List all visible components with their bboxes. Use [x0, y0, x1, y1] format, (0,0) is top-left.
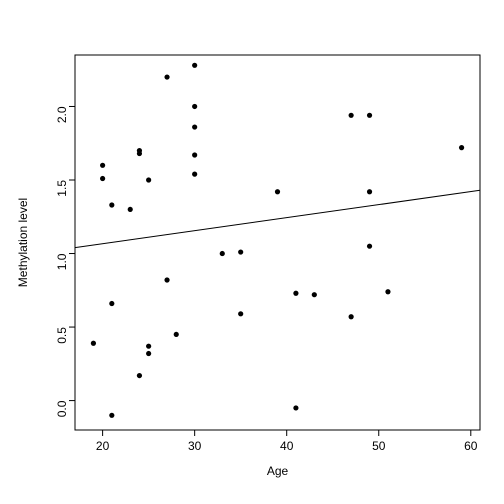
data-point [238, 249, 243, 254]
data-point [109, 301, 114, 306]
data-point [100, 176, 105, 181]
scatter-chart: 20 30 40 50 60 0.0 0.5 1.0 1.5 2.0 Age Methylation … [0, 0, 504, 504]
data-point [385, 289, 390, 294]
data-point [312, 292, 317, 297]
data-point [275, 189, 280, 194]
x-tick-label: 30 [188, 439, 202, 453]
data-point [146, 351, 151, 356]
data-point [293, 405, 298, 410]
data-point [192, 63, 197, 68]
data-point [109, 413, 114, 418]
data-point [100, 163, 105, 168]
x-tick-label: 50 [372, 439, 386, 453]
chart-svg: 20 30 40 50 60 0.0 0.5 1.0 1.5 2.0 Age Methylation … [0, 0, 504, 504]
data-point [192, 152, 197, 157]
y-tick-label: 2.0 [55, 106, 69, 123]
data-point [349, 314, 354, 319]
data-point [174, 332, 179, 337]
data-point [146, 344, 151, 349]
x-tick-label: 40 [280, 439, 294, 453]
data-point [293, 291, 298, 296]
y-tick-label: 1.5 [55, 180, 69, 197]
x-axis-label: Age [267, 464, 289, 478]
data-point [128, 207, 133, 212]
data-point [367, 113, 372, 118]
y-tick-label: 1.0 [55, 253, 69, 270]
data-point [192, 124, 197, 129]
x-tick-label: 60 [464, 439, 478, 453]
data-point [220, 251, 225, 256]
data-point [164, 277, 169, 282]
data-point [367, 244, 372, 249]
data-point [367, 189, 372, 194]
y-tick-label: 0.5 [55, 327, 69, 344]
plot-area [75, 55, 480, 430]
data-point [192, 172, 197, 177]
data-point [349, 113, 354, 118]
data-point [146, 177, 151, 182]
regression-line [75, 190, 480, 247]
x-tick-label: 20 [96, 439, 110, 453]
data-point [91, 341, 96, 346]
data-point [137, 373, 142, 378]
data-point [238, 311, 243, 316]
data-point [192, 104, 197, 109]
data-point [459, 145, 464, 150]
y-axis-label: Methylation level [16, 198, 30, 287]
y-tick-label: 0.0 [55, 400, 69, 417]
data-point [137, 148, 142, 153]
data-point [164, 74, 169, 79]
data-point [109, 202, 114, 207]
